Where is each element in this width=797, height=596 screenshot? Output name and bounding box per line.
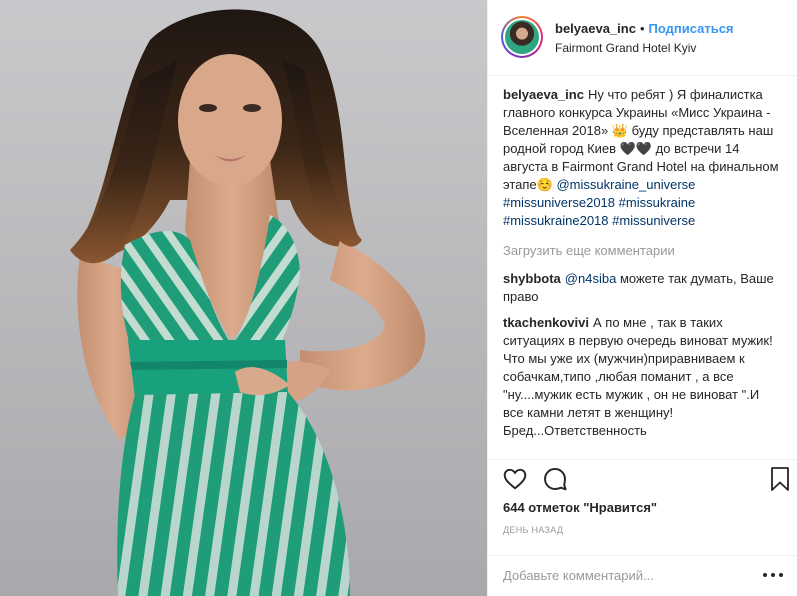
caption-username[interactable]: belyaeva_inc [503, 87, 584, 102]
avatar[interactable] [501, 16, 543, 58]
heart-outline-icon[interactable] [502, 466, 528, 492]
hashtag-link[interactable]: #missuniverse2018 [503, 195, 615, 210]
header-separator: • [639, 21, 645, 36]
likes-count[interactable]: 644 отметок "Нравится" [503, 500, 657, 515]
ellipsis-icon[interactable] [761, 565, 785, 585]
comment-item: tkachenkovivi А по мне , так в таких ситу… [503, 314, 780, 440]
load-more-comments-button[interactable]: Загрузить еще комментарии [503, 242, 780, 260]
comment-username[interactable]: shybbota [503, 271, 561, 286]
comment-mention[interactable]: @n4siba [565, 271, 617, 286]
avatar-image [505, 20, 539, 54]
bookmark-icon[interactable] [768, 466, 794, 492]
post-header: belyaeva_inc • Подписаться Fairmont Grand … [488, 0, 797, 76]
post-timestamp[interactable]: ДЕНЬ НАЗАД [503, 525, 563, 535]
woman-in-green-dress-photo [70, 9, 426, 596]
comments-list[interactable]: belyaeva_inc Ну что ребят ) Я финалистка … [488, 76, 797, 459]
add-comment-bar [488, 555, 797, 596]
location-link[interactable]: Fairmont Grand Hotel Kyiv [555, 41, 696, 55]
post-photo[interactable] [0, 0, 487, 596]
hashtag-link[interactable]: @missukraine_universe [556, 177, 695, 192]
add-comment-input[interactable] [503, 565, 753, 585]
header-username[interactable]: belyaeva_inc [555, 21, 636, 36]
follow-button[interactable]: Подписаться [649, 21, 734, 36]
caption: belyaeva_inc Ну что ребят ) Я финалистка … [503, 86, 780, 230]
comment-item: shybbota @n4siba можете так думать, Ваше … [503, 270, 780, 306]
hashtag-link[interactable]: #missukraine2018 [503, 213, 609, 228]
post-actions: 644 отметок "Нравится" ДЕНЬ НАЗАД [488, 459, 797, 555]
speech-bubble-icon[interactable] [542, 466, 568, 492]
comment-username[interactable]: tkachenkovivi [503, 315, 589, 330]
post-details-panel: belyaeva_inc • Подписаться Fairmont Grand … [487, 0, 797, 596]
hashtag-link[interactable]: #missukraine [619, 195, 696, 210]
comment-text: А по мне , так в таких ситуациях в перву… [503, 315, 773, 438]
hashtag-link[interactable]: #missuniverse [612, 213, 695, 228]
header-user-line: belyaeva_inc • Подписаться [555, 21, 734, 36]
